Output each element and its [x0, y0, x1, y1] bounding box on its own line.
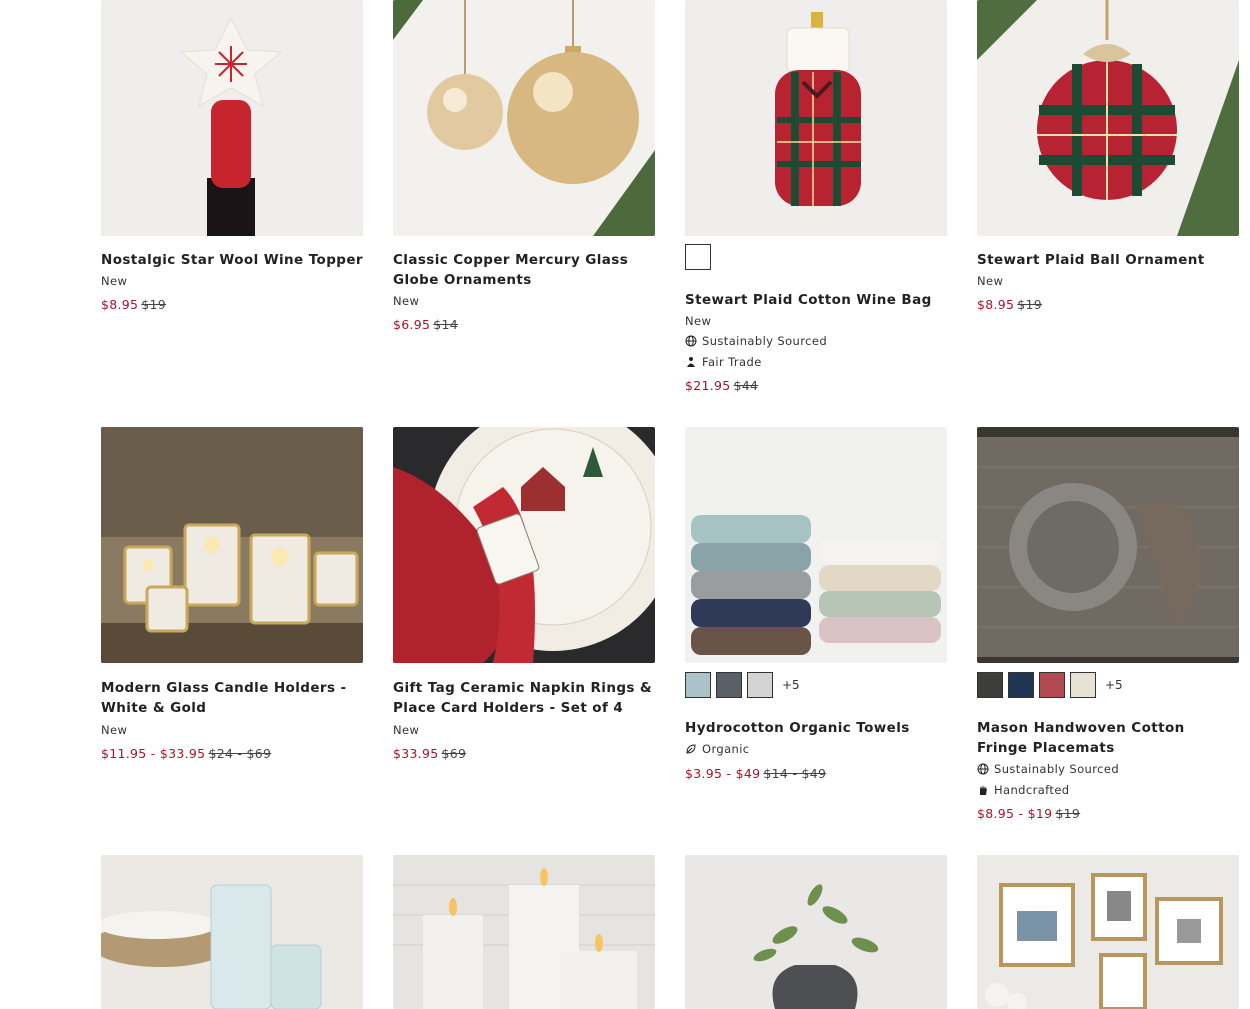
color-swatches	[685, 244, 711, 270]
sale-price: $3.95 - $49	[685, 766, 761, 781]
wine-topper-image[interactable]	[101, 0, 363, 236]
sustainably-sourced-attr: Sustainably Sourced	[685, 334, 827, 348]
original-price: $19	[1017, 297, 1043, 312]
original-price: $14	[433, 317, 459, 332]
attr-label: Fair Trade	[702, 355, 762, 369]
attr-label: Organic	[702, 742, 750, 756]
original-price: $69	[441, 746, 467, 761]
new-badge: New	[393, 294, 420, 308]
swatch-charcoal[interactable]	[977, 672, 1003, 698]
sale-price: $11.95 - $33.95	[101, 746, 206, 761]
handcrafted-attr: Handcrafted	[977, 783, 1070, 797]
led-candles-image[interactable]	[393, 855, 655, 1009]
new-badge: New	[101, 274, 128, 288]
original-price: $24 - $69	[208, 746, 272, 761]
product-title[interactable]: Gift Tag Ceramic Napkin Rings & Place Ca…	[393, 678, 655, 718]
more-swatches-link[interactable]: +5	[782, 678, 800, 692]
swatch-white[interactable]	[685, 244, 711, 270]
original-price: $14 - $49	[763, 766, 827, 781]
product-title[interactable]: Mason Handwoven Cotton Fringe Placemats	[977, 718, 1239, 758]
price: $8.95 $19	[101, 297, 166, 312]
globe-icon	[977, 763, 989, 775]
sale-price: $33.95	[393, 746, 439, 761]
attr-label: Sustainably Sourced	[702, 334, 828, 348]
sale-price: $21.95	[685, 378, 731, 393]
product-title[interactable]: Classic Copper Mercury Glass Globe Ornam…	[393, 250, 655, 290]
new-badge: New	[393, 723, 420, 737]
ball-ornament-image[interactable]	[977, 0, 1239, 236]
swatch-red[interactable]	[1039, 672, 1065, 698]
price: $11.95 - $33.95 $24 - $69	[101, 746, 271, 761]
price: $6.95 $14	[393, 317, 458, 332]
swatch-light-gray[interactable]	[747, 672, 773, 698]
towels-image[interactable]	[685, 427, 947, 663]
original-price: $19	[1055, 806, 1081, 821]
candle-holders-image[interactable]	[101, 427, 363, 663]
attr-label: Handcrafted	[994, 783, 1070, 797]
sale-price: $8.95 - $19	[977, 806, 1053, 821]
attr-label: Sustainably Sourced	[994, 762, 1120, 776]
leaf-icon	[686, 744, 696, 754]
color-swatches: +5	[977, 672, 1123, 698]
price: $8.95 $19	[977, 297, 1042, 312]
sustainably-sourced-attr: Sustainably Sourced	[977, 762, 1119, 776]
original-price: $44	[733, 378, 759, 393]
fair-trade-attr: Fair Trade	[685, 355, 762, 369]
sale-price: $8.95	[977, 297, 1015, 312]
sale-price: $6.95	[393, 317, 431, 332]
price: $21.95 $44	[685, 378, 758, 393]
swatch-charcoal[interactable]	[716, 672, 742, 698]
original-price: $19	[141, 297, 167, 312]
fair-trade-icon	[687, 357, 695, 367]
ornaments-image[interactable]	[393, 0, 655, 236]
sale-price: $8.95	[101, 297, 139, 312]
more-swatches-link[interactable]: +5	[1105, 678, 1123, 692]
price: $8.95 - $19 $19	[977, 806, 1080, 821]
product-title[interactable]: Stewart Plaid Ball Ornament	[977, 250, 1239, 270]
swatch-aqua[interactable]	[685, 672, 711, 698]
frames-image[interactable]	[977, 855, 1239, 1009]
new-badge: New	[101, 723, 128, 737]
hand-icon	[980, 785, 987, 795]
placemats-image[interactable]	[977, 427, 1239, 663]
napkin-rings-image[interactable]	[393, 427, 655, 663]
vase-greenery-image[interactable]	[685, 855, 947, 1009]
glassware-image[interactable]	[101, 855, 363, 1009]
wine-bag-image[interactable]	[685, 0, 947, 236]
product-title[interactable]: Hydrocotton Organic Towels	[685, 718, 947, 738]
price: $33.95 $69	[393, 746, 466, 761]
product-title[interactable]: Nostalgic Star Wool Wine Topper	[101, 250, 363, 270]
organic-attr: Organic	[685, 742, 750, 756]
new-badge: New	[977, 274, 1004, 288]
color-swatches: +5	[685, 672, 800, 698]
price: $3.95 - $49 $14 - $49	[685, 766, 826, 781]
product-title[interactable]: Stewart Plaid Cotton Wine Bag	[685, 290, 947, 310]
globe-icon	[685, 335, 697, 347]
product-title[interactable]: Modern Glass Candle Holders - White & Go…	[101, 678, 363, 718]
swatch-natural[interactable]	[1070, 672, 1096, 698]
swatch-navy[interactable]	[1008, 672, 1034, 698]
new-badge: New	[685, 314, 712, 328]
